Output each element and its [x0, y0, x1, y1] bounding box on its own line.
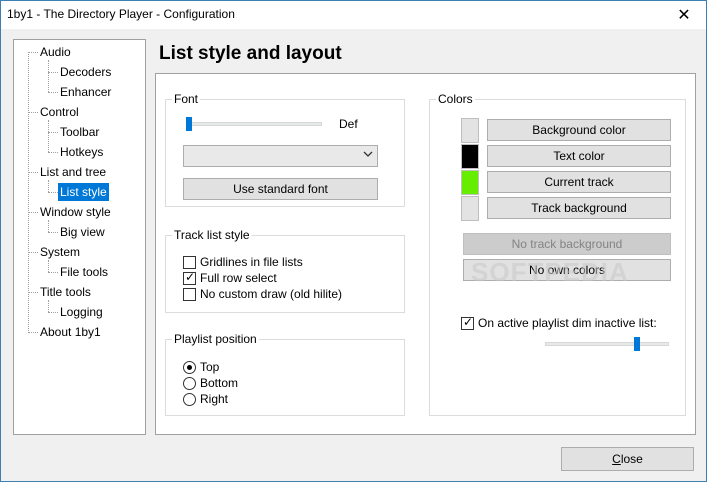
tree-connector	[48, 92, 58, 93]
gridlines-label: Gridlines in file lists	[200, 255, 303, 269]
dim-slider-track[interactable]	[545, 342, 669, 346]
tree-connector	[48, 60, 49, 92]
tree-connector	[28, 112, 38, 113]
title-bar: 1by1 - The Directory Player - Configurat…	[1, 1, 706, 29]
tree-connector	[48, 232, 58, 233]
position-right-label: Right	[200, 392, 229, 406]
font-size-slider-thumb[interactable]	[186, 117, 192, 131]
no-track-background-button[interactable]: No track background	[463, 233, 671, 255]
position-top-radio[interactable]	[183, 361, 196, 374]
tree-connector	[48, 180, 49, 192]
font-size-value: Def	[339, 117, 358, 131]
tree-item-toolbar[interactable]: Toolbar	[58, 123, 101, 141]
tree-item-big-view[interactable]: Big view	[58, 223, 107, 241]
tree-connector	[48, 192, 58, 193]
font-group: Font Def Use standard font	[165, 92, 405, 207]
chevron-down-icon	[363, 151, 373, 157]
background-color-swatch	[461, 118, 479, 143]
tree-connector	[48, 312, 58, 313]
close-button-label: lose	[620, 452, 643, 466]
track-background-button[interactable]: Track background	[487, 197, 671, 219]
background-color-button[interactable]: Background color	[487, 119, 671, 141]
tree-connector	[28, 52, 38, 53]
no-custom-draw-label: No custom draw (old hilite)	[200, 287, 343, 301]
tree-connector	[28, 172, 38, 173]
track-background-swatch	[461, 196, 479, 221]
tree-item-hotkeys[interactable]: Hotkeys	[58, 143, 105, 161]
no-custom-draw-checkbox[interactable]	[183, 288, 196, 301]
track-list-style-group: Track list style Gridlines in file lists…	[165, 228, 405, 313]
text-color-swatch	[461, 144, 479, 169]
position-right-radio[interactable]	[183, 393, 196, 406]
tree-item-list-and-tree[interactable]: List and tree	[38, 163, 108, 181]
settings-panel: Font Def Use standard font Track list st…	[155, 73, 696, 435]
tree-connector	[28, 252, 38, 253]
tree-item-logging[interactable]: Logging	[58, 303, 105, 321]
watermark: SOFTPEDIA	[471, 257, 629, 287]
use-standard-font-button[interactable]: Use standard font	[183, 178, 378, 200]
close-button-mnemonic: C	[612, 452, 621, 466]
dim-slider-thumb[interactable]	[634, 337, 640, 351]
font-group-label: Font	[172, 92, 201, 106]
checkmark-icon: ✓	[185, 270, 196, 284]
tree-connector	[28, 212, 38, 213]
tree-item-decoders[interactable]: Decoders	[58, 63, 113, 81]
position-top-label: Top	[200, 360, 220, 374]
tree-item-title-tools[interactable]: Title tools	[38, 283, 93, 301]
text-color-button[interactable]: Text color	[487, 145, 671, 167]
tree-connector	[48, 120, 49, 152]
tree-connector	[48, 72, 58, 73]
configuration-window: 1by1 - The Directory Player - Configurat…	[0, 0, 707, 482]
tree-connector	[28, 332, 38, 333]
tree-connector	[48, 220, 49, 232]
tree-connector	[48, 272, 58, 273]
position-bottom-label: Bottom	[200, 376, 239, 390]
tree-item-window-style[interactable]: Window style	[38, 203, 113, 221]
tree-item-control[interactable]: Control	[38, 103, 81, 121]
gridlines-checkbox[interactable]	[183, 256, 196, 269]
full-row-select-label: Full row select	[200, 271, 277, 285]
current-track-swatch	[461, 170, 479, 195]
tree-item-file-tools[interactable]: File tools	[58, 263, 110, 281]
playlist-position-label: Playlist position	[172, 332, 259, 346]
tree-connector	[48, 132, 58, 133]
tree-item-list-style[interactable]: List style	[58, 183, 109, 201]
tree-item-system[interactable]: System	[38, 243, 82, 261]
dim-inactive-label: On active playlist dim inactive list:	[478, 316, 657, 330]
navigation-tree: Audio Decoders Enhancer Control Toolbar …	[13, 39, 146, 435]
playlist-position-group: Playlist position Top Bottom Right	[165, 332, 405, 416]
page-title: List style and layout	[159, 43, 342, 64]
font-size-slider-track[interactable]	[188, 122, 322, 126]
tree-connector	[28, 52, 29, 333]
colors-group-label: Colors	[436, 92, 475, 106]
track-list-style-label: Track list style	[172, 228, 252, 242]
tree-item-audio[interactable]: Audio	[38, 43, 73, 61]
radio-selected-dot	[187, 365, 192, 370]
close-icon[interactable]: ✕	[662, 1, 706, 29]
window-title: 1by1 - The Directory Player - Configurat…	[7, 7, 235, 21]
tree-item-enhancer[interactable]: Enhancer	[58, 83, 113, 101]
close-button[interactable]: Close	[561, 447, 694, 471]
checkmark-icon: ✓	[463, 315, 474, 329]
font-combo[interactable]	[183, 145, 378, 167]
tree-connector	[48, 152, 58, 153]
position-bottom-radio[interactable]	[183, 377, 196, 390]
dim-inactive-checkbox[interactable]: ✓	[461, 315, 474, 330]
full-row-select-checkbox[interactable]: ✓	[183, 270, 196, 285]
tree-item-about[interactable]: About 1by1	[38, 323, 103, 341]
tree-connector	[48, 300, 49, 312]
tree-connector	[48, 260, 49, 272]
tree-connector	[28, 292, 38, 293]
current-track-button[interactable]: Current track	[487, 171, 671, 193]
